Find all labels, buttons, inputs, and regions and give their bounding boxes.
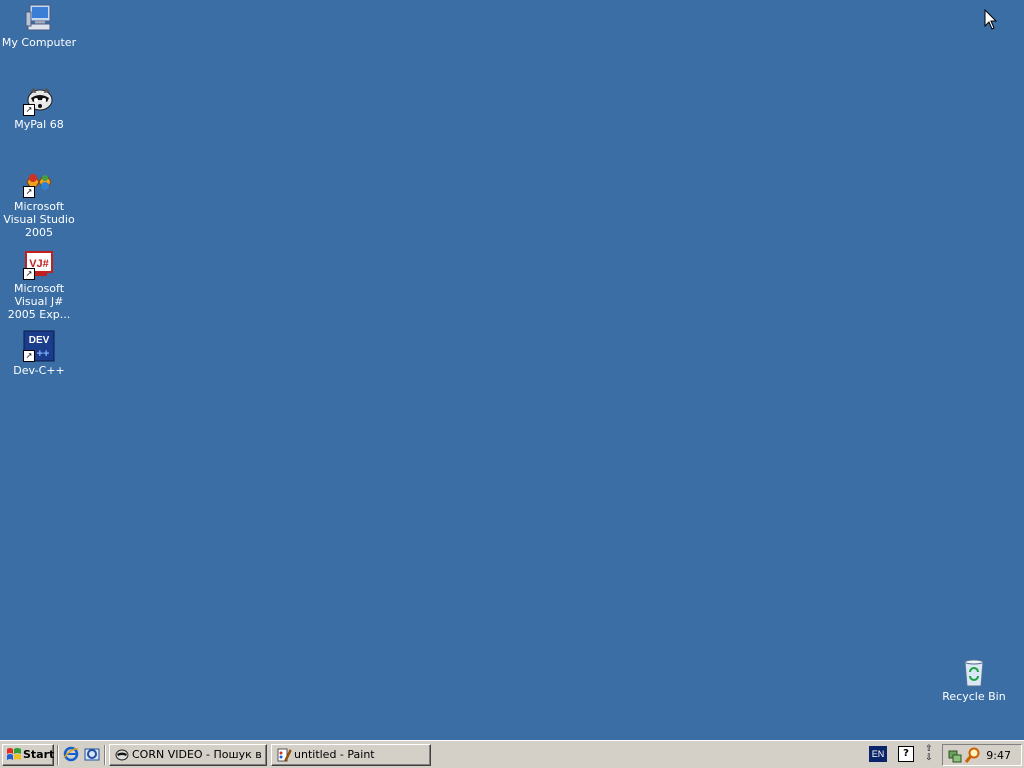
start-button[interactable]: Start: [2, 744, 54, 766]
language-indicator[interactable]: EN: [869, 746, 887, 762]
system-tray: 9:47: [942, 744, 1022, 766]
svg-text:++: ++: [37, 348, 50, 360]
computer-icon: [23, 2, 55, 34]
raccoon-icon: ↗: [23, 84, 55, 116]
search-icon[interactable]: [964, 747, 981, 766]
desktop-icon-label: My Computer: [1, 36, 77, 49]
windows-logo-icon: [6, 747, 22, 768]
task-label: CORN VIDEO - Пошук в ...: [132, 748, 267, 761]
shortcut-arrow-icon: ↗: [23, 268, 35, 280]
taskbar-separator: [104, 745, 106, 765]
desktop-icon-visual-studio[interactable]: ↗ Microsoft Visual Studio 2005: [0, 166, 79, 239]
vjsharp-icon: VJ# ↗: [23, 248, 55, 280]
recycle-bin-icon: [958, 656, 990, 688]
mouse-cursor-icon: [984, 8, 998, 34]
taskbar-button-paint[interactable]: untitled - Paint: [271, 744, 431, 766]
network-icon[interactable]: [947, 747, 963, 766]
desktop-icon-recycle-bin[interactable]: Recycle Bin: [934, 656, 1014, 703]
desktop-icon-mypal[interactable]: ↗ MyPal 68: [0, 84, 79, 131]
desktop-icon-my-computer[interactable]: My Computer: [0, 2, 79, 49]
task-label: untitled - Paint: [294, 748, 375, 761]
raccoon-icon: [114, 747, 130, 763]
desktop-icon-label: MyPal 68: [14, 118, 64, 131]
shortcut-arrow-icon: ↗: [23, 350, 35, 362]
restore-icon[interactable]: ⇧ ⇩: [924, 745, 934, 763]
desktop-icon-devcpp[interactable]: DEV ++ ↗ Dev-C++: [0, 330, 79, 377]
desktop-icon-label: Recycle Bin: [942, 690, 1006, 703]
desktop-icon-visual-jsharp[interactable]: VJ# ↗ Microsoft Visual J# 2005 Exp...: [0, 248, 79, 321]
help-icon[interactable]: ?: [898, 746, 914, 762]
taskbar-button-corn-video[interactable]: CORN VIDEO - Пошук в ...: [109, 744, 267, 766]
devcpp-icon: DEV ++ ↗: [23, 330, 55, 362]
desktop-icon-label: Microsoft Visual Studio 2005: [3, 200, 75, 239]
desktop-icon-label: Microsoft Visual J# 2005 Exp...: [7, 282, 71, 321]
desktop-icon-label: Dev-C++: [13, 364, 65, 377]
clock[interactable]: 9:47: [986, 749, 1011, 762]
taskbar: Start CORN VIDEO - Пошук в ... untitled …: [0, 740, 1024, 768]
visual-studio-icon: ↗: [23, 166, 55, 198]
start-label: Start: [23, 748, 55, 761]
shortcut-arrow-icon: ↗: [23, 186, 35, 198]
outlook-express-icon[interactable]: [84, 746, 100, 762]
svg-text:DEV: DEV: [29, 335, 50, 346]
taskbar-separator: [57, 745, 59, 765]
internet-explorer-icon[interactable]: [63, 746, 79, 762]
shortcut-arrow-icon: ↗: [23, 104, 35, 116]
paint-icon: [276, 747, 292, 763]
